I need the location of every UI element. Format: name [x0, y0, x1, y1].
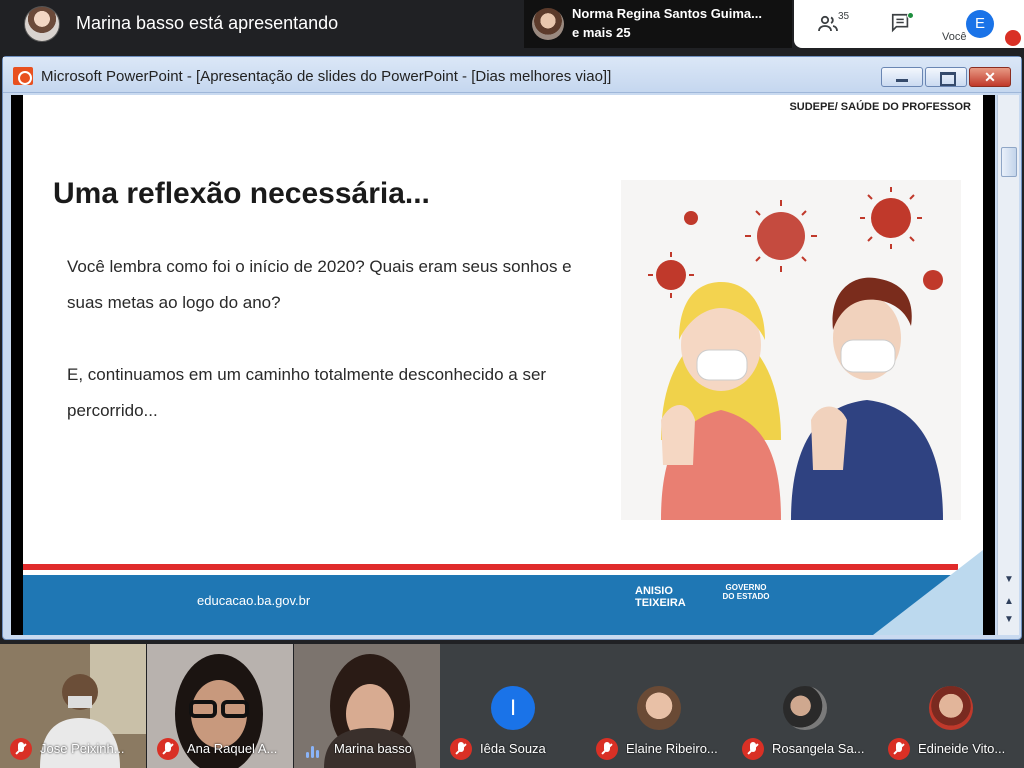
- mic-off-icon: [742, 738, 764, 760]
- minimize-button[interactable]: [881, 67, 923, 87]
- slide-corner-accent: [873, 550, 983, 635]
- powerpoint-icon: [13, 67, 33, 85]
- powerpoint-window: Microsoft PowerPoint - [Apresentação de …: [2, 56, 1022, 640]
- meet-controls: 35 E Você: [794, 0, 1024, 48]
- participants-count: 35: [838, 11, 850, 22]
- close-button[interactable]: ✕: [969, 67, 1011, 87]
- mic-off-icon: [157, 738, 179, 760]
- participant-avatar: [783, 686, 827, 730]
- chat-notification-dot: [907, 12, 914, 19]
- mic-off-icon: [596, 738, 618, 760]
- participant-avatar: [637, 686, 681, 730]
- meet-top-bar: Marina basso está apresentando Norma Reg…: [0, 0, 1024, 50]
- participant-tile[interactable]: Ana Raquel A...: [147, 644, 293, 768]
- presenter-avatar-small: [532, 8, 564, 40]
- slide-header: SUDEPE/ SAÚDE DO PROFESSOR: [789, 101, 971, 113]
- participant-tile[interactable]: Elaine Ribeiro...: [586, 644, 732, 768]
- participant-strip: Jose Peixinh... Ana Raquel A... Marina b…: [0, 644, 1024, 768]
- anisio-teixeira-logo: ANISIO TEIXEIRA: [635, 585, 686, 609]
- other-presentation-chip[interactable]: Norma Regina Santos Guima... e mais 25: [524, 0, 792, 48]
- slide-title: Uma reflexão necessária...: [53, 177, 430, 210]
- participant-name: Elaine Ribeiro...: [626, 741, 718, 756]
- vertical-scrollbar[interactable]: ▼ ▲ ▼: [997, 95, 1019, 635]
- chat-button[interactable]: [890, 12, 914, 36]
- presenter-avatar: [24, 6, 60, 42]
- participant-name: Ana Raquel A...: [187, 741, 278, 756]
- window-titlebar[interactable]: Microsoft PowerPoint - [Apresentação de …: [3, 57, 1021, 93]
- mic-off-icon: [10, 738, 32, 760]
- other-presenter-more: e mais 25: [572, 25, 631, 40]
- presenting-label: Marina basso está apresentando: [76, 13, 339, 33]
- participant-name: Marina basso: [334, 741, 413, 756]
- maximize-button[interactable]: [925, 67, 967, 87]
- participant-avatar: [929, 686, 973, 730]
- virus-icon: [656, 198, 943, 290]
- slide-footer: [23, 575, 983, 635]
- governo-estado-logo: GOVERNO DO ESTADO: [722, 583, 770, 601]
- participant-tile[interactable]: Rosangela Sa...: [732, 644, 878, 768]
- window-title: Microsoft PowerPoint - [Apresentação de …: [41, 68, 612, 85]
- slide-footer-link: educacao.ba.gov.br: [197, 593, 311, 608]
- participants-button[interactable]: 35: [816, 11, 856, 36]
- self-mic-off-icon: [1005, 30, 1021, 46]
- mic-off-icon: [888, 738, 910, 760]
- self-avatar[interactable]: E: [966, 10, 994, 38]
- participant-tile[interactable]: I Iêda Souza: [440, 644, 586, 768]
- participant-name: Edineide Vito...: [918, 741, 1006, 756]
- other-presenter-name: Norma Regina Santos Guima...: [572, 6, 762, 21]
- previous-slide-icon[interactable]: ▲: [1002, 595, 1016, 609]
- self-label: Você: [942, 31, 967, 43]
- participant-name: Iêda Souza: [480, 741, 546, 756]
- mic-off-icon: [450, 738, 472, 760]
- slide-red-rule: [23, 564, 958, 570]
- participant-tile[interactable]: Jose Peixinh...: [0, 644, 146, 768]
- scroll-down-arrow-icon[interactable]: ▼: [1002, 573, 1016, 587]
- next-slide-icon[interactable]: ▼: [1002, 613, 1016, 627]
- masked-people-illustration: [621, 180, 961, 520]
- slide: SUDEPE/ SAÚDE DO PROFESSOR Uma reflexão …: [23, 95, 983, 635]
- participant-tile[interactable]: Marina basso: [294, 644, 440, 768]
- slide-paragraph-1: Você lembra como foi o início de 2020? Q…: [67, 257, 572, 312]
- participant-tile[interactable]: Edineide Vito...: [878, 644, 1024, 768]
- participant-avatar: I: [491, 686, 535, 730]
- speaking-indicator-icon: [304, 744, 322, 758]
- participant-name: Rosangela Sa...: [772, 741, 865, 756]
- scroll-thumb[interactable]: [1001, 147, 1017, 177]
- slide-paragraph-2: E, continuamos em um caminho totalmente …: [67, 365, 547, 420]
- slide-frame: SUDEPE/ SAÚDE DO PROFESSOR Uma reflexão …: [11, 95, 995, 635]
- people-icon: [818, 15, 838, 32]
- participant-name: Jose Peixinh...: [40, 741, 125, 756]
